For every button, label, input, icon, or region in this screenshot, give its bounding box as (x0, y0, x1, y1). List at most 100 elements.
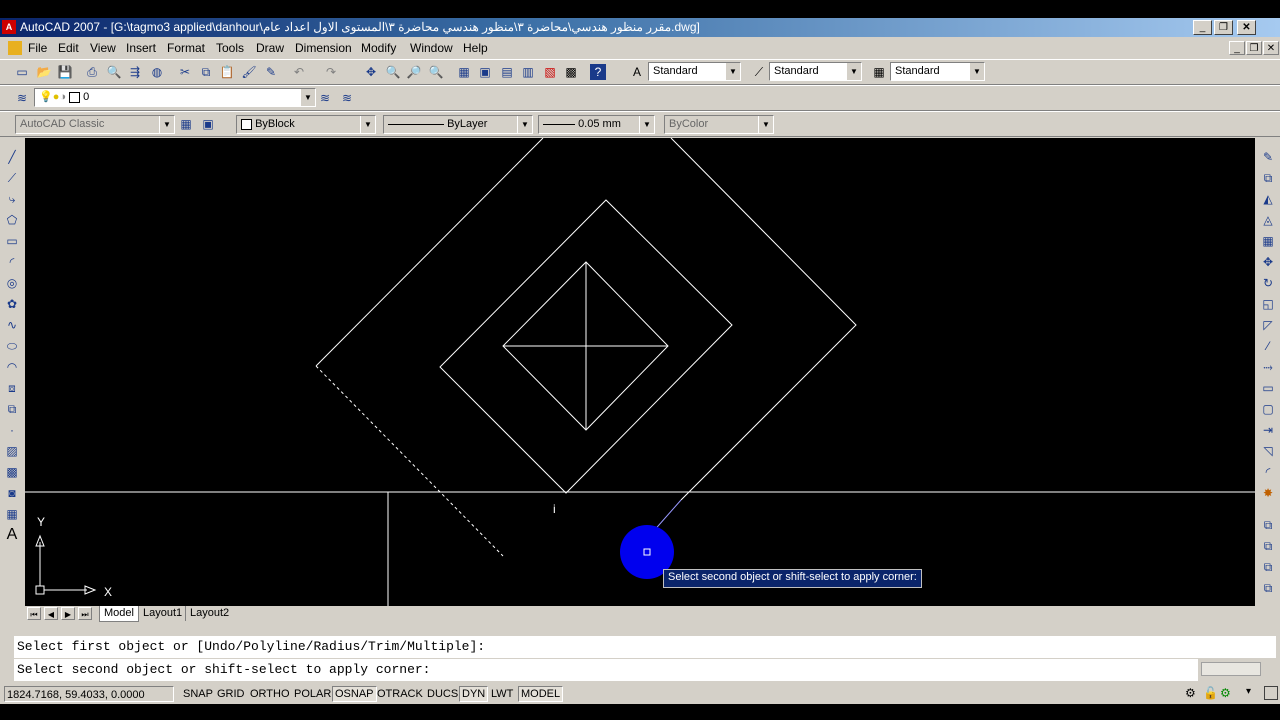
menu-help[interactable]: Help (463, 41, 488, 55)
region-icon[interactable]: ◙ (3, 484, 21, 502)
tab-last-button[interactable]: ⏭ (78, 607, 92, 620)
workspace-settings-icon[interactable]: ▦ (177, 115, 195, 133)
make-block-icon[interactable]: ⧉ (3, 400, 21, 418)
trim-icon[interactable]: ⁄ (1259, 337, 1277, 355)
outer-square-edge-left[interactable] (315, 138, 544, 367)
lineweight-select[interactable]: 0.05 mm ▼ (538, 115, 655, 134)
table-icon[interactable]: ▦ (3, 505, 21, 523)
zoom-previous-icon[interactable]: 🔍 (427, 63, 445, 81)
color-select[interactable]: ByBlock ▼ (236, 115, 376, 134)
break-icon[interactable]: ▢ (1259, 400, 1277, 418)
table-style-select[interactable]: Standard ▼ (890, 62, 985, 81)
model-space-canvas[interactable]: Y X i (25, 138, 1255, 606)
command-prompt-line[interactable]: Select second object or shift-select to … (14, 659, 1198, 681)
layer-previous-icon[interactable]: ≋ (338, 89, 356, 107)
workspace-select[interactable]: AutoCAD Classic ▼ (15, 115, 175, 134)
menu-insert[interactable]: Insert (126, 41, 156, 55)
menu-draw[interactable]: Draw (256, 41, 284, 55)
arc-icon[interactable]: ◜ (3, 253, 21, 271)
text-style-select[interactable]: Standard ▼ (648, 62, 741, 81)
cut-icon[interactable]: ✂ (176, 63, 194, 81)
spline-icon[interactable]: ∿ (3, 316, 21, 334)
close-button[interactable]: ✕ (1237, 20, 1256, 35)
autocad-app-icon[interactable]: A (2, 20, 16, 34)
menu-edit[interactable]: Edit (58, 41, 79, 55)
ellipse-arc-icon[interactable]: ◠ (3, 358, 21, 376)
polar-toggle[interactable]: POLAR (291, 686, 334, 702)
menu-file[interactable]: File (28, 41, 47, 55)
join-icon[interactable]: ⇥ (1259, 421, 1277, 439)
revision-cloud-icon[interactable]: ✿ (3, 295, 21, 313)
menu-view[interactable]: View (90, 41, 116, 55)
explode-icon[interactable]: ✸ (1259, 484, 1277, 502)
ducs-toggle[interactable]: DUCS (424, 686, 461, 702)
make-object-layer-current-icon[interactable]: ≋ (316, 89, 334, 107)
dim-style-icon[interactable]: ⟋ (750, 63, 768, 81)
menu-tools[interactable]: Tools (216, 41, 244, 55)
multiline-text-icon[interactable]: A (3, 526, 21, 544)
copy-icon[interactable]: ⧉ (197, 63, 215, 81)
redo-icon[interactable]: ↷ (322, 63, 340, 81)
zoom-realtime-icon[interactable]: 🔍 (384, 63, 402, 81)
insert-block-icon[interactable]: ⧈ (3, 379, 21, 397)
pan-icon[interactable]: ✥ (362, 63, 380, 81)
gradient-icon[interactable]: ▩ (3, 463, 21, 481)
scale-icon[interactable]: ◱ (1259, 295, 1277, 313)
table-style-icon[interactable]: ▦ (870, 63, 888, 81)
tab-prev-button[interactable]: ◀ (44, 607, 58, 620)
status-menu-icon[interactable]: ▾ (1246, 686, 1251, 697)
doc-close-button[interactable]: ✕ (1263, 41, 1279, 55)
zoom-window-icon[interactable]: 🔎 (405, 63, 423, 81)
array-icon[interactable]: ▦ (1259, 232, 1277, 250)
ortho-toggle[interactable]: ORTHO (247, 686, 293, 702)
sheet-set-icon[interactable]: ▥ (519, 63, 537, 81)
open-icon[interactable]: 📂 (35, 63, 53, 81)
line-icon[interactable]: ╱ (3, 148, 21, 166)
extend-icon[interactable]: ⤑ (1259, 358, 1277, 376)
dyn-toggle[interactable]: DYN (459, 686, 489, 702)
tab-next-button[interactable]: ▶ (61, 607, 75, 620)
rotate-icon[interactable]: ↻ (1259, 274, 1277, 292)
quickcalc-icon[interactable]: ▩ (562, 63, 580, 81)
layer-select[interactable]: 💡●◑ 0 ▼ (34, 88, 316, 107)
mirror-icon[interactable]: ◭ (1259, 190, 1277, 208)
document-icon[interactable] (8, 41, 22, 55)
menu-dimension[interactable]: Dimension (295, 41, 352, 55)
layer-manager-icon[interactable]: ≋ (13, 89, 31, 107)
tab-first-button[interactable]: ⏮ (27, 607, 41, 620)
send-under-icon[interactable]: ⧉ (1259, 579, 1277, 597)
match-properties-icon[interactable]: 🖌 (240, 63, 258, 81)
coordinate-display[interactable]: 1824.7168, 59.4033, 0.0000 (4, 686, 174, 702)
rectangle-icon[interactable]: ▭ (3, 232, 21, 250)
polygon-icon[interactable]: ⬠ (3, 211, 21, 229)
menu-window[interactable]: Window (410, 41, 453, 55)
erase-icon[interactable]: ✎ (1259, 148, 1277, 166)
clean-screen-icon[interactable] (1264, 686, 1278, 700)
polyline-icon[interactable]: ⤷ (3, 190, 21, 208)
lock-icon[interactable]: 🔓 (1203, 686, 1218, 700)
maximize-button[interactable]: ❐ (1214, 20, 1233, 35)
draw-order-front-icon[interactable]: ⧉ (1259, 516, 1277, 534)
tab-model[interactable]: Model (99, 606, 139, 622)
fillet-icon[interactable]: ◜ (1259, 463, 1277, 481)
plot-preview-icon[interactable]: 🔍 (105, 63, 123, 81)
osnap-toggle[interactable]: OSNAP (332, 686, 377, 702)
command-scrollbar[interactable] (1201, 662, 1261, 676)
3d-dwf-icon[interactable]: ◍ (148, 63, 166, 81)
doc-restore-button[interactable]: ❐ (1246, 41, 1262, 55)
save-icon[interactable]: 💾 (56, 63, 74, 81)
offset-icon[interactable]: ◬ (1259, 211, 1277, 229)
minimize-button[interactable]: _ (1193, 20, 1212, 35)
doc-minimize-button[interactable]: _ (1229, 41, 1245, 55)
copy-object-icon[interactable]: ⧉ (1259, 169, 1277, 187)
snap-toggle[interactable]: SNAP (180, 686, 216, 702)
linetype-select[interactable]: ByLayer ▼ (383, 115, 533, 134)
tool-palettes-icon[interactable]: ▤ (498, 63, 516, 81)
save-workspace-icon[interactable]: ▣ (199, 115, 217, 133)
lwt-toggle[interactable]: LWT (488, 686, 516, 702)
construction-line-icon[interactable]: ⟋ (3, 169, 21, 187)
outer-square-edge-right[interactable] (670, 138, 857, 501)
otrack-toggle[interactable]: OTRACK (374, 686, 426, 702)
hatch-icon[interactable]: ▨ (3, 442, 21, 460)
ellipse-icon[interactable]: ⬭ (3, 337, 21, 355)
